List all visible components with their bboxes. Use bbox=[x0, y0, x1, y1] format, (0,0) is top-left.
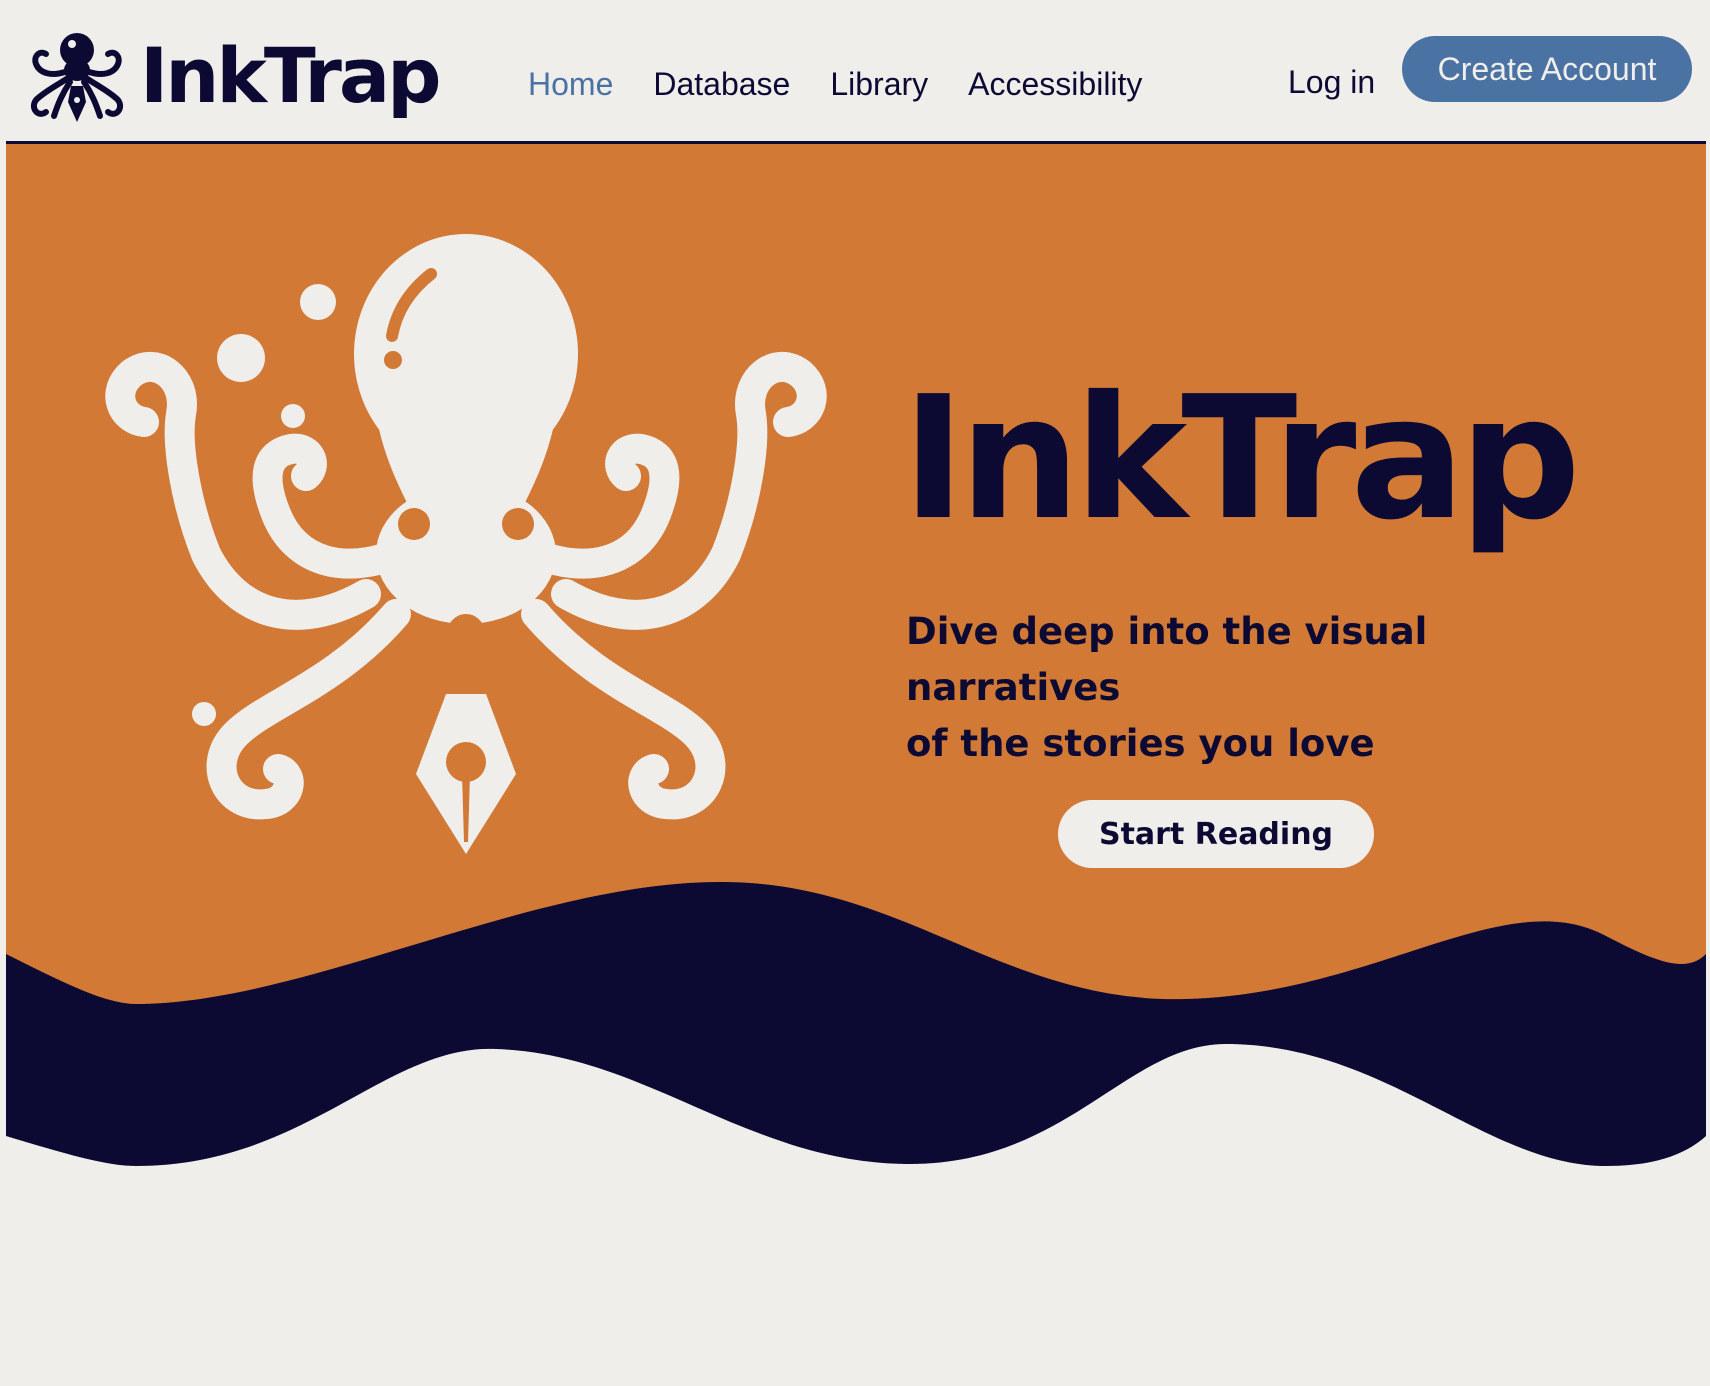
brand-name[interactable]: InkTrap bbox=[140, 38, 442, 114]
site-header: InkTrap Home Database Library Accessibil… bbox=[6, 16, 1706, 144]
hero-title: InkTrap bbox=[902, 360, 1581, 558]
octopus-pen-nib-icon bbox=[105, 234, 827, 854]
nav-accessibility[interactable]: Accessibility bbox=[968, 66, 1142, 103]
nav-database[interactable]: Database bbox=[653, 66, 790, 103]
tagline-line-1: Dive deep into the visual narratives bbox=[906, 610, 1428, 709]
page: InkTrap Home Database Library Accessibil… bbox=[6, 16, 1706, 1312]
hero-section: InkTrap Dive deep into the visual narrat… bbox=[6, 144, 1706, 1312]
main-nav: Home Database Library Accessibility bbox=[528, 66, 1142, 103]
create-account-button[interactable]: Create Account bbox=[1402, 36, 1692, 102]
login-link[interactable]: Log in bbox=[1288, 64, 1375, 101]
octopus-logo-icon[interactable] bbox=[22, 26, 132, 126]
start-reading-button[interactable]: Start Reading bbox=[1058, 800, 1374, 868]
hero-tagline: Dive deep into the visual narratives of … bbox=[906, 604, 1646, 772]
nav-home[interactable]: Home bbox=[528, 66, 613, 103]
nav-library[interactable]: Library bbox=[830, 66, 928, 103]
tagline-line-2: of the stories you love bbox=[906, 722, 1375, 765]
